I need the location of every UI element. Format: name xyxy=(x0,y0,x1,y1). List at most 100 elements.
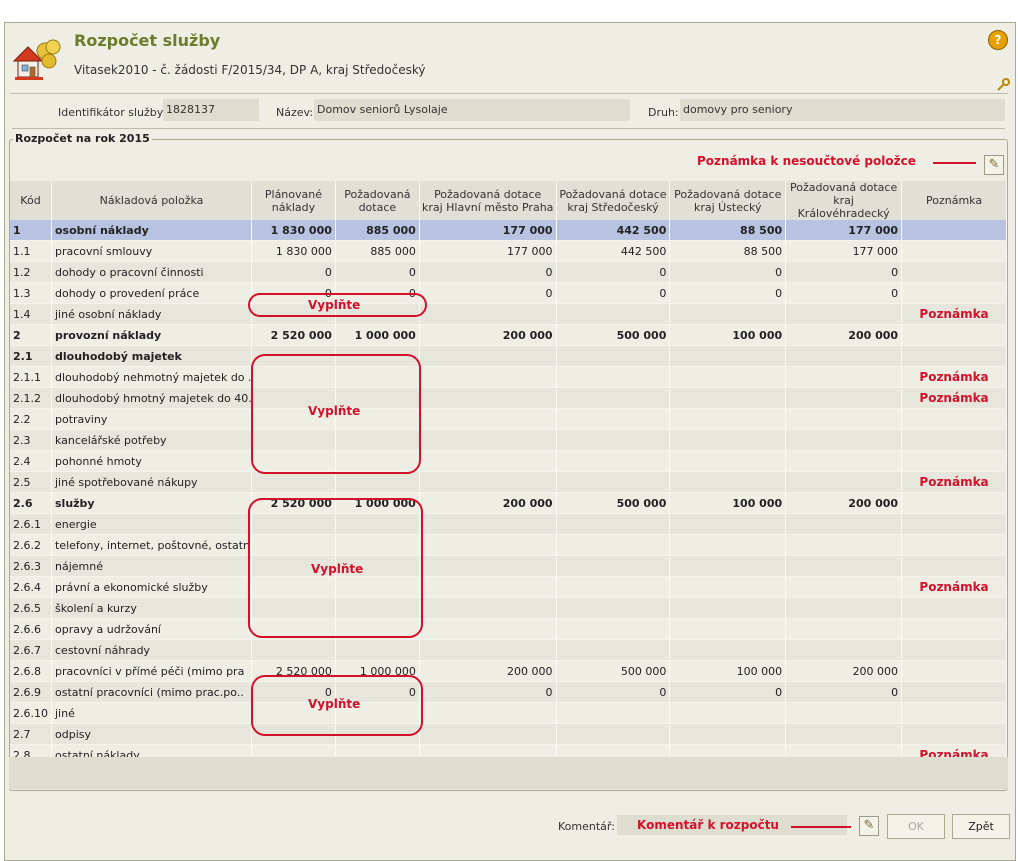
column-header: Kód xyxy=(10,181,52,220)
table-row: 2.6.10 jiné xyxy=(10,702,1007,724)
table-row: 2.3 kancelářské potřeby xyxy=(10,429,1007,451)
table-cell: 200 000 xyxy=(419,324,557,346)
table-cell[interactable] xyxy=(901,240,1007,262)
table-cell xyxy=(419,534,557,556)
table-cell[interactable]: 1 000 000 xyxy=(335,324,420,346)
table-cell[interactable]: 2 520 000 xyxy=(251,324,336,346)
table-cell xyxy=(785,534,903,556)
table-cell[interactable] xyxy=(901,597,1007,619)
table-row: 2.7 odpisy xyxy=(10,723,1007,745)
table-cell xyxy=(669,639,787,661)
table-cell[interactable] xyxy=(901,282,1007,304)
note-annotation: Poznámka k nesoučtové položce xyxy=(697,154,916,168)
table-cell: 2.6.2 xyxy=(10,534,52,556)
table-cell: dlouhodobý hmotný majetek do 40... xyxy=(51,387,252,409)
table-cell[interactable]: Poznámka xyxy=(901,366,1007,388)
table-header-row: Kód Nákladová položka Plánované náklady Pož… xyxy=(10,181,1007,220)
table-cell[interactable]: 1 830 000 xyxy=(251,220,336,241)
table-cell[interactable] xyxy=(901,660,1007,682)
table-cell: energie xyxy=(51,513,252,535)
table-cell: 88 500 xyxy=(669,220,787,241)
table-row: 2.6.1 energie xyxy=(10,513,1007,535)
table-cell[interactable]: 0 xyxy=(335,261,420,283)
table-cell xyxy=(669,450,787,472)
table-cell: jiné osobní náklady xyxy=(51,303,252,325)
table-cell[interactable]: 885 000 xyxy=(335,220,420,241)
table-row: 2.6.4 právní a ekonomické služby Poznámka xyxy=(10,576,1007,598)
back-button[interactable]: Zpět xyxy=(952,814,1010,839)
table-cell: 100 000 xyxy=(669,324,787,346)
table-cell[interactable] xyxy=(901,534,1007,556)
table-row: 2.4 pohonné hmoty xyxy=(10,450,1007,472)
table-cell xyxy=(785,702,903,724)
table-cell: 2.1 xyxy=(10,345,52,367)
table-cell: 1.2 xyxy=(10,261,52,283)
table-cell[interactable] xyxy=(251,471,336,493)
table-row: 2.6.5 školení a kurzy xyxy=(10,597,1007,619)
table-cell xyxy=(669,702,787,724)
table-cell[interactable] xyxy=(901,555,1007,577)
table-cell xyxy=(556,597,671,619)
table-cell xyxy=(785,303,903,325)
table-cell[interactable] xyxy=(901,681,1007,703)
table-cell xyxy=(556,450,671,472)
table-cell[interactable]: Poznámka xyxy=(901,303,1007,325)
table-cell xyxy=(669,618,787,640)
ok-button[interactable]: OK xyxy=(887,814,945,839)
table-cell xyxy=(556,639,671,661)
table-cell xyxy=(556,345,671,367)
table-cell: 88 500 xyxy=(669,240,787,262)
table-cell[interactable] xyxy=(901,618,1007,640)
table-cell[interactable]: 0 xyxy=(251,261,336,283)
table-cell[interactable]: Poznámka xyxy=(901,576,1007,598)
table-cell[interactable] xyxy=(901,639,1007,661)
table-cell xyxy=(419,408,557,430)
table-cell: nájemné xyxy=(51,555,252,577)
table-cell[interactable] xyxy=(901,513,1007,535)
table-cell xyxy=(556,513,671,535)
table-cell[interactable] xyxy=(901,345,1007,367)
table-cell: 200 000 xyxy=(785,492,903,514)
table-cell xyxy=(669,513,787,535)
table-cell[interactable] xyxy=(901,408,1007,430)
table-cell[interactable] xyxy=(251,639,336,661)
table-cell[interactable] xyxy=(901,429,1007,451)
edit-note-icon[interactable]: ✎ xyxy=(984,155,1004,175)
edit-comment-icon[interactable]: ✎ xyxy=(859,816,879,836)
table-cell[interactable] xyxy=(901,220,1007,241)
table-cell: 0 xyxy=(669,261,787,283)
table-cell[interactable] xyxy=(335,639,420,661)
table-cell: 0 xyxy=(419,681,557,703)
table-cell: kancelářské potřeby xyxy=(51,429,252,451)
table-row: 2.6 služby 2 520 000 1 000 000 200 000 500 00… xyxy=(10,492,1007,514)
table-cell[interactable]: Poznámka xyxy=(901,471,1007,493)
table-cell: 177 000 xyxy=(419,220,557,241)
table-cell[interactable] xyxy=(901,324,1007,346)
table-cell xyxy=(419,597,557,619)
table-row: 2.6.2 telefony, internet, poštovné, ostat… xyxy=(10,534,1007,556)
table-row: 2.6.9 ostatní pracovníci (mimo prac.po.. 0… xyxy=(10,681,1007,703)
table-row: 2.6.3 nájemné xyxy=(10,555,1007,577)
table-cell[interactable]: 885 000 xyxy=(335,240,420,262)
comment-label: Komentář: xyxy=(558,820,615,833)
house-coins-icon xyxy=(11,37,61,83)
table-cell: 500 000 xyxy=(556,324,671,346)
table-cell: 2 xyxy=(10,324,52,346)
table-cell: 0 xyxy=(556,261,671,283)
table-cell[interactable] xyxy=(901,261,1007,283)
table-cell xyxy=(419,387,557,409)
table-cell[interactable] xyxy=(335,471,420,493)
table-row: 1 osobní náklady 1 830 000 885 000 177 000 44… xyxy=(10,220,1007,241)
table-cell[interactable] xyxy=(901,723,1007,745)
table-cell: 2.6.10 xyxy=(10,702,52,724)
table-cell: potraviny xyxy=(51,408,252,430)
table-cell[interactable]: 1 830 000 xyxy=(251,240,336,262)
table-cell[interactable] xyxy=(901,450,1007,472)
table-cell[interactable] xyxy=(901,492,1007,514)
help-icon[interactable]: ? xyxy=(988,30,1008,50)
table-cell xyxy=(556,429,671,451)
table-cell[interactable] xyxy=(901,702,1007,724)
service-type-value: domovy pro seniory xyxy=(680,99,1005,121)
table-cell[interactable]: Poznámka xyxy=(901,387,1007,409)
table-cell xyxy=(785,618,903,640)
